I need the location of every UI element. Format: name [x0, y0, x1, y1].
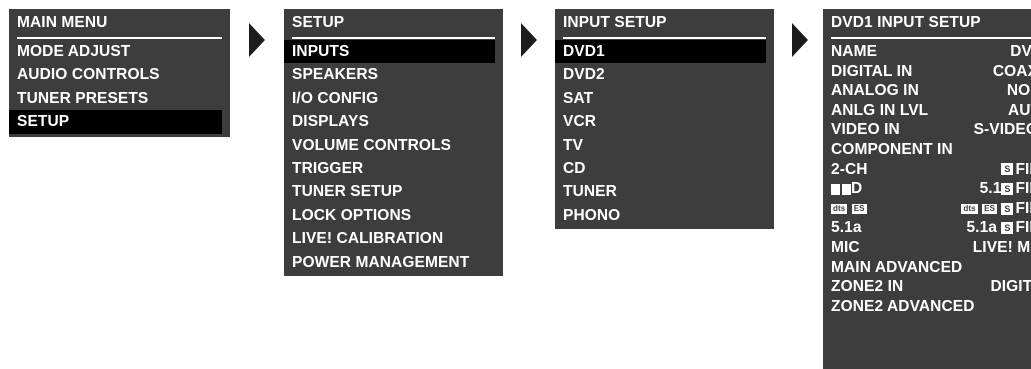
- setup-item-live-calibration[interactable]: LIVE! CALIBRATION: [284, 227, 503, 250]
- setting-row-2ch[interactable]: 2-CH SFILM: [823, 160, 1031, 180]
- setting-value: 5.1a SFILM: [966, 219, 1031, 237]
- input-item-cd[interactable]: CD: [555, 157, 774, 180]
- setting-label: MAIN ADVANCED: [831, 258, 963, 276]
- input-setup-divider: [563, 37, 766, 39]
- setup-title: SETUP: [292, 14, 345, 31]
- setting-label: DIGITAL IN: [831, 62, 913, 80]
- film-mode-icon: S: [1001, 163, 1014, 176]
- setting-label: 5.1a: [831, 219, 862, 237]
- setup-item-power-management[interactable]: POWER MANAGEMENT: [284, 251, 503, 274]
- input-item-tuner[interactable]: TUNER: [555, 180, 774, 203]
- setting-value: S-VIDEO-1: [973, 121, 1031, 139]
- main-menu-panel: MAIN MENU MODE ADJUST AUDIO CONTROLS TUN…: [9, 9, 230, 137]
- es-logo-icon: ES: [982, 203, 998, 214]
- setting-row-name[interactable]: NAME DVD1: [823, 42, 1031, 62]
- input-setup-panel: INPUT SETUP DVD1 DVD2 SAT VCR TV CD TUNE…: [555, 9, 774, 229]
- setup-item-trigger[interactable]: TRIGGER: [284, 157, 503, 180]
- setting-row-dolby-digital[interactable]: D 5.1SFILM: [823, 179, 1031, 199]
- setup-panel: SETUP INPUTS SPEAKERS I/O CONFIG DISPLAY…: [284, 9, 503, 276]
- setting-value: dts ES SFILM: [961, 199, 1031, 217]
- setup-divider: [292, 37, 495, 39]
- setting-row-digital-in[interactable]: DIGITAL IN COAX-1: [823, 62, 1031, 82]
- arrow-right-icon: [792, 23, 808, 57]
- setting-label: ZONE2 ADVANCED: [831, 297, 975, 315]
- dolby-digital-icon: [842, 183, 851, 195]
- setup-list: INPUTS SPEAKERS I/O CONFIG DISPLAYS VOLU…: [284, 40, 503, 274]
- setting-label: 2-CH: [831, 160, 868, 178]
- setting-value: SFILM: [923, 160, 1031, 180]
- es-logo-icon: ES: [851, 203, 867, 214]
- setting-label: ANALOG IN: [831, 82, 919, 100]
- setting-value: 5.1SFILM: [979, 180, 1031, 198]
- setting-label: D: [831, 180, 862, 197]
- setting-row-video-in[interactable]: VIDEO IN S-VIDEO-1: [823, 120, 1031, 140]
- main-menu-title: MAIN MENU: [17, 14, 108, 31]
- dvd1-input-setup-divider: [831, 37, 1031, 39]
- input-setup-list: DVD1 DVD2 SAT VCR TV CD TUNER PHONO: [555, 40, 774, 227]
- setting-row-anlg-in-lvl[interactable]: ANLG IN LVL AUTO: [823, 101, 1031, 121]
- input-item-sat[interactable]: SAT: [555, 87, 774, 110]
- main-menu-item-tuner-presets[interactable]: TUNER PRESETS: [9, 87, 230, 110]
- setting-label: ZONE2 IN: [831, 278, 904, 296]
- main-menu-item-setup[interactable]: SETUP: [9, 110, 222, 134]
- setting-row-zone2-in[interactable]: ZONE2 IN DIGITAL: [823, 277, 1031, 297]
- input-item-dvd2[interactable]: DVD2: [555, 63, 774, 86]
- input-item-phono[interactable]: PHONO: [555, 204, 774, 227]
- film-mode-icon: S: [1001, 183, 1014, 196]
- setup-item-speakers[interactable]: SPEAKERS: [284, 63, 503, 86]
- setting-value: LIVE! MED: [972, 238, 1031, 256]
- setting-row-dts-es[interactable]: dts ES dts ES SFILM: [823, 199, 1031, 219]
- setup-item-displays[interactable]: DISPLAYS: [284, 110, 503, 133]
- setting-row-5-1a[interactable]: 5.1a 5.1a SFILM: [823, 218, 1031, 238]
- dvd1-input-setup-panel: DVD1 INPUT SETUP NAME DVD1 DIGITAL IN CO…: [823, 9, 1031, 369]
- input-item-tv[interactable]: TV: [555, 134, 774, 157]
- setup-item-volume-controls[interactable]: VOLUME CONTROLS: [284, 134, 503, 157]
- setting-row-zone2-advanced[interactable]: ZONE2 ADVANCED: [823, 297, 1031, 317]
- setting-row-mic[interactable]: MIC LIVE! MED: [823, 238, 1031, 258]
- setting-row-component-in[interactable]: COMPONENT IN 1: [823, 140, 1031, 160]
- setup-item-lock-options[interactable]: LOCK OPTIONS: [284, 204, 503, 227]
- setting-row-main-advanced[interactable]: MAIN ADVANCED: [823, 258, 1031, 278]
- main-menu-divider: [17, 37, 222, 39]
- setting-value: 1: [923, 140, 1031, 160]
- setting-value: AUTO: [1007, 101, 1031, 119]
- dts-logo-icon: dts: [831, 203, 848, 214]
- input-item-vcr[interactable]: VCR: [555, 110, 774, 133]
- setup-item-inputs[interactable]: INPUTS: [284, 40, 495, 64]
- input-item-dvd1[interactable]: DVD1: [555, 40, 766, 64]
- film-mode-icon: S: [1001, 202, 1014, 215]
- dts-logo-icon: dts: [961, 203, 978, 214]
- main-menu-item-mode-adjust[interactable]: MODE ADJUST: [9, 40, 230, 63]
- main-menu-list: MODE ADJUST AUDIO CONTROLS TUNER PRESETS…: [9, 40, 230, 134]
- arrow-right-icon: [521, 23, 537, 57]
- film-mode-icon: S: [1001, 222, 1014, 235]
- dvd1-settings-list: NAME DVD1 DIGITAL IN COAX-1 ANALOG IN NO…: [823, 42, 1031, 316]
- setting-value: NONE: [1006, 82, 1031, 100]
- setting-label: ANLG IN LVL: [831, 101, 929, 119]
- input-setup-title: INPUT SETUP: [563, 14, 667, 31]
- dvd1-input-setup-title: DVD1 INPUT SETUP: [831, 14, 981, 31]
- setting-label: MIC: [831, 238, 860, 256]
- setup-item-tuner-setup[interactable]: TUNER SETUP: [284, 180, 503, 203]
- dolby-digital-icon: [831, 183, 840, 195]
- setting-label: NAME: [831, 43, 878, 60]
- setting-label: dts ES: [831, 200, 867, 217]
- setting-value: COAX-1: [992, 62, 1031, 80]
- arrow-right-icon: [249, 23, 265, 57]
- setting-row-analog-in[interactable]: ANALOG IN NONE: [823, 81, 1031, 101]
- setup-item-io-config[interactable]: I/O CONFIG: [284, 87, 503, 110]
- setting-value: DVD1: [1010, 43, 1031, 60]
- main-menu-item-audio-controls[interactable]: AUDIO CONTROLS: [9, 63, 230, 86]
- setting-value: DIGITAL: [990, 278, 1031, 296]
- setting-label: VIDEO IN: [831, 121, 900, 139]
